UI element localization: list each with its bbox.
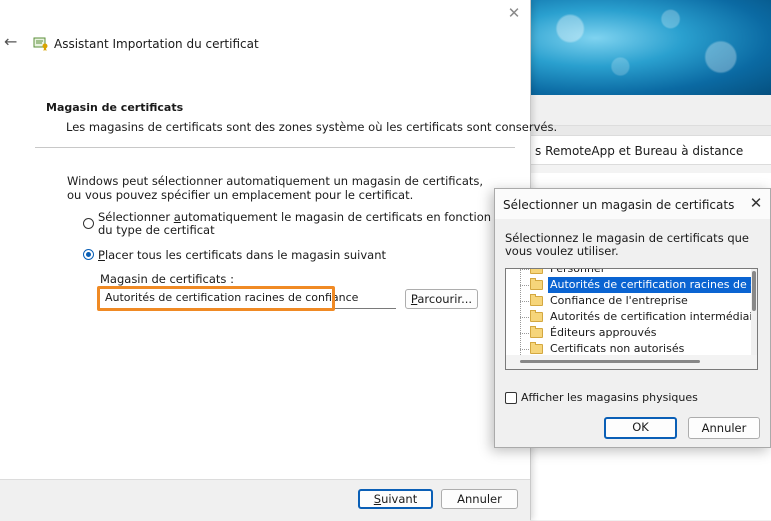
certificate-icon <box>33 37 48 51</box>
tree-branch <box>520 285 529 286</box>
tree-item-label: Personnel <box>550 268 604 275</box>
intro-text: Windows peut sélectionner automatiquemen… <box>67 174 484 202</box>
folder-icon <box>530 294 543 306</box>
tree-item-label: Éditeurs approuvés <box>550 326 657 339</box>
scrollbar-thumb[interactable] <box>520 360 700 363</box>
select-store-description: Sélectionnez le magasin de certificats q… <box>505 231 749 258</box>
folder-icon <box>530 278 543 290</box>
close-icon[interactable]: ✕ <box>506 5 522 21</box>
tree-item[interactable]: Éditeurs approuvés <box>520 325 757 341</box>
desktop-wallpaper <box>520 0 771 95</box>
select-store-title: Sélectionner un magasin de certificats <box>503 198 735 212</box>
tree-branch <box>520 301 529 302</box>
store-field[interactable]: Autorités de certification racines de co… <box>100 288 396 309</box>
section-description: Les magasins de certificats sont des zon… <box>66 120 558 134</box>
auto-select-label-accesskey: a <box>173 210 181 224</box>
certificate-import-wizard: ✕ ← Assistant Importation du certificat … <box>0 0 557 521</box>
tree-item-label: Autorités de certification racines de co… <box>548 277 757 293</box>
wizard-title: Assistant Importation du certificat <box>54 37 259 51</box>
tree-item[interactable]: Autorités de certification intermédiaire… <box>520 309 758 325</box>
tree-item[interactable]: Confiance de l'entreprise <box>520 293 757 309</box>
tree-branch <box>520 269 529 270</box>
tree-item-label: Autorités de certification intermédiaire… <box>550 310 758 323</box>
scrollbar-thumb[interactable] <box>752 271 756 311</box>
tree-item[interactable]: Personnel <box>520 268 757 277</box>
show-physical-checkbox[interactable] <box>505 392 517 404</box>
store-label: Magasin de certificats : <box>100 272 234 286</box>
horizontal-scrollbar[interactable] <box>506 355 757 369</box>
browse-button-label: arcourir... <box>417 292 473 306</box>
folder-icon <box>530 326 543 338</box>
background-window-header <box>520 95 771 125</box>
folder-icon <box>530 269 543 274</box>
show-physical-label[interactable]: Afficher les magasins physiques <box>521 391 698 404</box>
close-icon[interactable]: ✕ <box>747 194 765 212</box>
background-window-row[interactable]: s RemoteApp et Bureau à distance <box>530 135 771 165</box>
ok-button[interactable]: OK <box>604 417 677 439</box>
folder-icon <box>530 342 543 354</box>
place-all-label-accesskey: P <box>98 248 105 262</box>
tree-item-label: Confiance de l'entreprise <box>550 294 688 307</box>
auto-select-label[interactable]: Sélectionner automatiquement le magasin … <box>98 211 498 237</box>
select-store-dialog: Sélectionner un magasin de certificats ✕… <box>494 188 771 448</box>
place-all-radio[interactable] <box>83 249 94 260</box>
next-button[interactable]: Suivant <box>358 489 433 509</box>
vertical-scrollbar[interactable] <box>751 269 757 355</box>
back-arrow-icon[interactable]: ← <box>4 34 20 50</box>
tree-item-selected[interactable]: Autorités de certification racines de co… <box>520 277 757 293</box>
auto-select-label-pre: Sélectionner <box>98 210 174 224</box>
place-all-label[interactable]: Placer tous les certificats dans le maga… <box>98 248 386 262</box>
next-button-label: uivant <box>381 492 418 506</box>
place-all-label-post: lacer tous les certificats dans le magas… <box>104 248 387 262</box>
folder-icon <box>530 310 543 322</box>
browse-button[interactable]: Parcourir... <box>405 289 478 309</box>
auto-select-radio[interactable] <box>83 218 94 229</box>
divider <box>35 147 515 148</box>
tree-branch <box>520 333 529 334</box>
tree-branch <box>520 349 529 350</box>
tree-branch <box>520 317 529 318</box>
select-cancel-button[interactable]: Annuler <box>688 417 760 439</box>
cancel-button[interactable]: Annuler <box>441 489 518 509</box>
next-button-accesskey: S <box>373 492 382 506</box>
store-tree[interactable]: Personnel Autorités de certification rac… <box>505 268 758 370</box>
section-title: Magasin de certificats <box>46 101 184 114</box>
